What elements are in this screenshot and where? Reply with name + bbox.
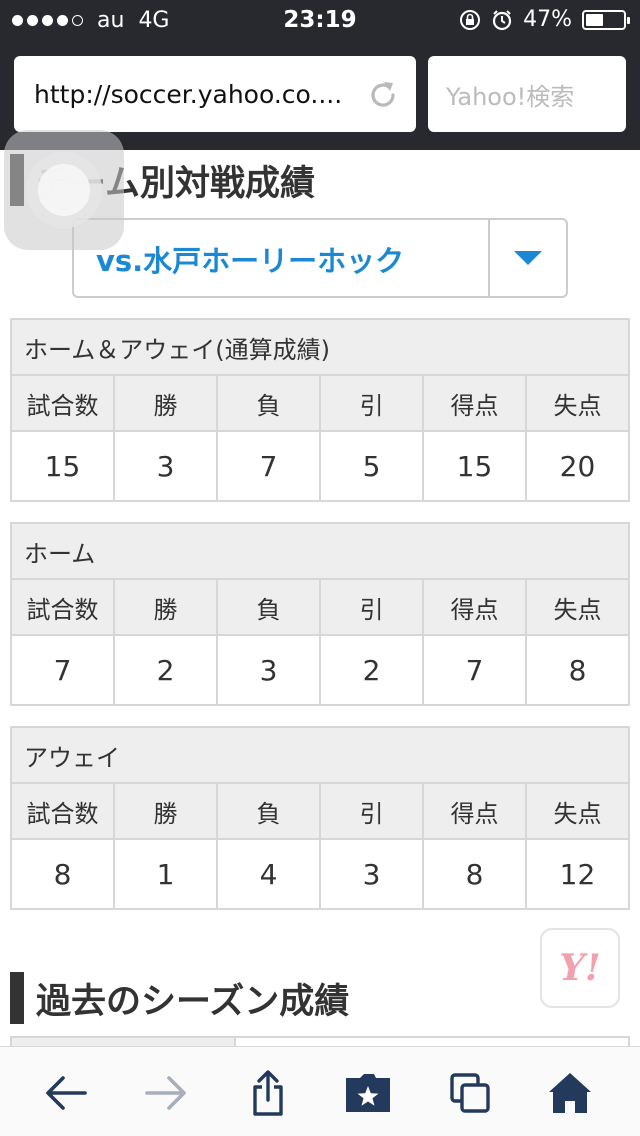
url-bar[interactable]: http://soccer.yahoo.co.... bbox=[14, 56, 416, 132]
section-heading-past-seasons: 過去のシーズン成績 bbox=[10, 970, 349, 1026]
header-cell: 得点 bbox=[422, 578, 527, 636]
table-caption: アウェイ bbox=[10, 726, 630, 784]
table-header-row: 試合数 勝 負 引 得点 失点 bbox=[10, 782, 630, 840]
home-icon bbox=[549, 1073, 591, 1113]
orientation-lock-icon bbox=[460, 9, 481, 30]
stats-table-away: アウェイ 試合数 勝 負 引 得点 失点 8 1 4 3 8 12 bbox=[10, 726, 630, 910]
home-button[interactable] bbox=[546, 1069, 594, 1117]
header-cell: 勝 bbox=[113, 578, 218, 636]
share-icon bbox=[253, 1070, 283, 1116]
search-placeholder: Yahoo!検索 bbox=[446, 82, 575, 111]
value-cell: 15 bbox=[10, 430, 115, 502]
team-select-value: vs.水戸ホーリーホック bbox=[96, 244, 405, 278]
table-row: 8 1 4 3 8 12 bbox=[10, 838, 630, 910]
bookmarks-button[interactable] bbox=[344, 1069, 392, 1117]
value-cell: 8 bbox=[525, 634, 630, 706]
value-cell: 4 bbox=[216, 838, 321, 910]
tabs-icon bbox=[450, 1073, 490, 1113]
value-cell: 12 bbox=[525, 838, 630, 910]
yahoo-floating-button[interactable]: Y! bbox=[540, 928, 620, 1008]
header-cell: 負 bbox=[216, 578, 321, 636]
value-cell: 2 bbox=[113, 634, 218, 706]
value-cell: 7 bbox=[10, 634, 115, 706]
stats-table-total: ホーム＆アウェイ(通算成績) 試合数 勝 負 引 得点 失点 15 3 7 5 … bbox=[10, 318, 630, 502]
header-cell: 負 bbox=[216, 782, 321, 840]
header-cell: 試合数 bbox=[10, 578, 115, 636]
battery-percent: 47% bbox=[523, 7, 572, 32]
alarm-icon bbox=[492, 9, 512, 30]
arrow-left-icon bbox=[46, 1076, 87, 1110]
value-cell: 2 bbox=[319, 634, 424, 706]
browser-bottom-toolbar bbox=[0, 1046, 640, 1136]
header-cell: 得点 bbox=[422, 374, 527, 432]
header-cell: 勝 bbox=[113, 374, 218, 432]
team-select-dropdown[interactable]: vs.水戸ホーリーホック bbox=[72, 218, 568, 298]
share-button[interactable] bbox=[244, 1069, 292, 1117]
tabs-button[interactable] bbox=[446, 1069, 494, 1117]
table-caption: ホーム bbox=[10, 522, 630, 580]
dropdown-toggle-button[interactable] bbox=[488, 220, 566, 296]
back-button[interactable] bbox=[42, 1069, 90, 1117]
value-cell: 7 bbox=[422, 634, 527, 706]
bookmark-star-icon bbox=[346, 1074, 390, 1112]
section-title: 過去のシーズン成績 bbox=[36, 981, 350, 1022]
value-cell: 1 bbox=[113, 838, 218, 910]
battery-icon bbox=[582, 9, 630, 30]
assistive-touch-core bbox=[38, 164, 90, 216]
header-cell: 得点 bbox=[422, 782, 527, 840]
value-cell: 8 bbox=[422, 838, 527, 910]
stats-table-home: ホーム 試合数 勝 負 引 得点 失点 7 2 3 2 7 8 bbox=[10, 522, 630, 706]
header-cell: 引 bbox=[319, 374, 424, 432]
table-caption: ホーム＆アウェイ(通算成績) bbox=[10, 318, 630, 376]
header-cell: 負 bbox=[216, 374, 321, 432]
status-bar: au 4G 23:19 47% bbox=[0, 0, 640, 40]
reload-icon[interactable] bbox=[366, 78, 400, 112]
header-cell: 試合数 bbox=[10, 782, 115, 840]
header-cell: 勝 bbox=[113, 782, 218, 840]
table-header-row: 試合数 勝 負 引 得点 失点 bbox=[10, 374, 630, 432]
header-cell: 失点 bbox=[525, 374, 630, 432]
value-cell: 3 bbox=[216, 634, 321, 706]
header-cell: 試合数 bbox=[10, 374, 115, 432]
header-cell: 引 bbox=[319, 782, 424, 840]
value-cell: 3 bbox=[319, 838, 424, 910]
yahoo-logo: Y! bbox=[559, 947, 601, 989]
arrow-right-icon bbox=[145, 1076, 186, 1110]
header-cell: 引 bbox=[319, 578, 424, 636]
chevron-down-icon bbox=[514, 251, 542, 265]
header-cell: 失点 bbox=[525, 578, 630, 636]
assistive-touch-button[interactable] bbox=[4, 130, 124, 250]
section-marker bbox=[10, 972, 24, 1024]
table-header-row: 試合数 勝 負 引 得点 失点 bbox=[10, 578, 630, 636]
value-cell: 8 bbox=[10, 838, 115, 910]
status-right: 47% bbox=[459, 7, 630, 32]
table-row: 15 3 7 5 15 20 bbox=[10, 430, 630, 502]
search-input[interactable]: Yahoo!検索 bbox=[428, 56, 626, 132]
header-cell: 失点 bbox=[525, 782, 630, 840]
table-row: 7 2 3 2 7 8 bbox=[10, 634, 630, 706]
value-cell: 15 bbox=[422, 430, 527, 502]
value-cell: 5 bbox=[319, 430, 424, 502]
forward-button[interactable] bbox=[142, 1069, 190, 1117]
battery-level bbox=[586, 13, 603, 26]
url-text: http://soccer.yahoo.co.... bbox=[34, 79, 343, 109]
value-cell: 3 bbox=[113, 430, 218, 502]
value-cell: 20 bbox=[525, 430, 630, 502]
value-cell: 7 bbox=[216, 430, 321, 502]
